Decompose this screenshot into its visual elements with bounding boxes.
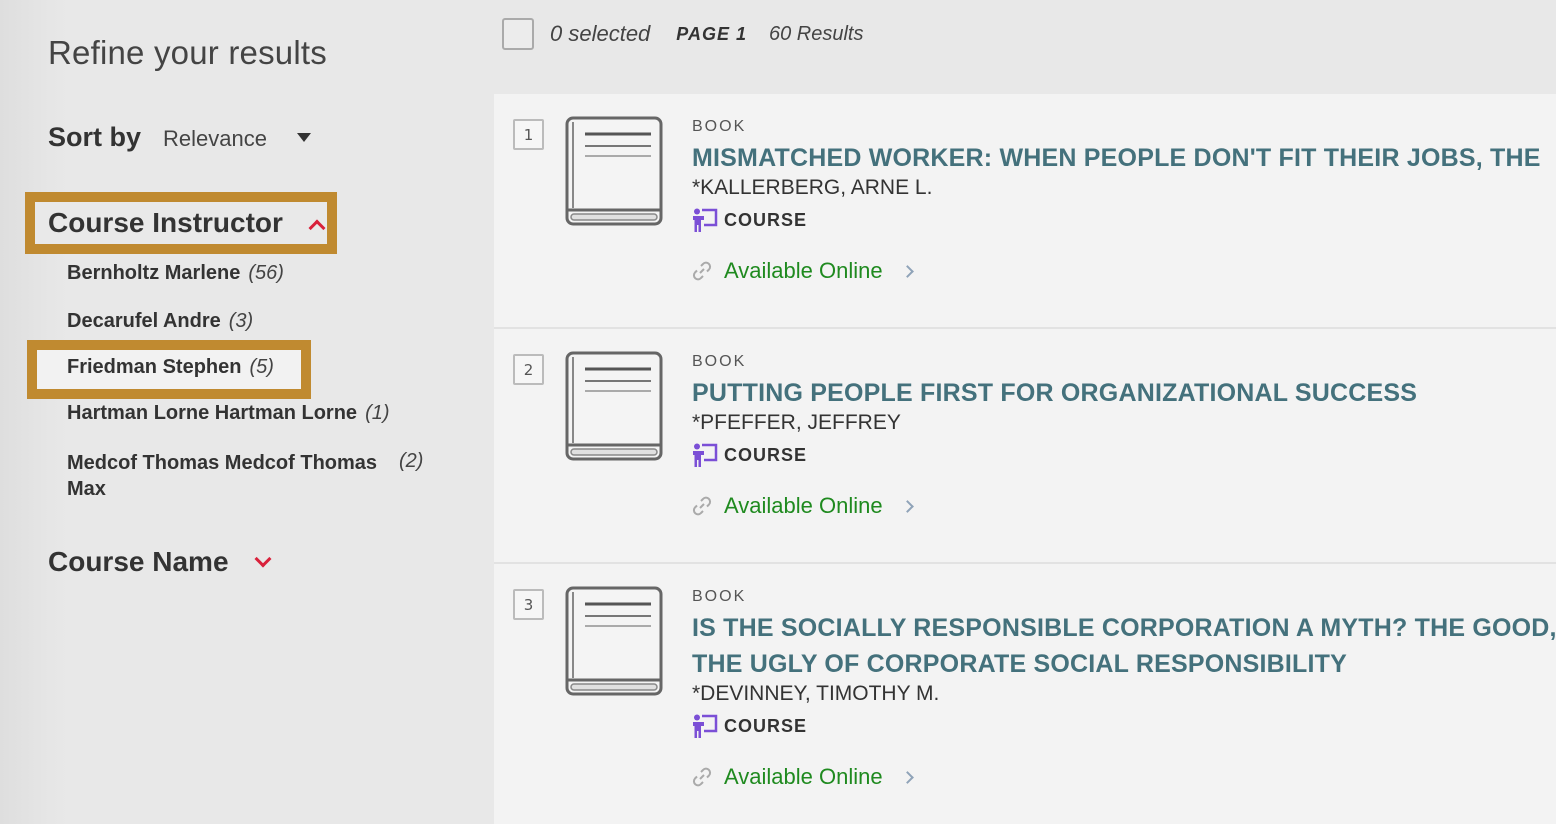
- course-label: COURSE: [724, 444, 808, 465]
- result-title-link[interactable]: MISMATCHED WORKER: WHEN PEOPLE DON'T FIT…: [692, 140, 1556, 176]
- course-teacher-icon: [693, 443, 718, 467]
- caret-down-icon[interactable]: [296, 133, 311, 142]
- course-teacher-icon: [693, 208, 718, 232]
- course-badge: COURSE: [692, 208, 1556, 232]
- facet-item-name: Bernholtz Marlene: [67, 262, 241, 284]
- chevron-right-icon[interactable]: [900, 264, 914, 278]
- availability-link[interactable]: Available Online: [692, 258, 1556, 284]
- facet-item-hartman[interactable]: Hartman Lorne Hartman Lorne (1): [67, 402, 390, 425]
- book-thumbnail-icon[interactable]: [565, 586, 663, 698]
- facet-item-medcof[interactable]: Medcof Thomas Medcof Thomas Max: [67, 450, 427, 502]
- result-title-link[interactable]: IS THE SOCIALLY RESPONSIBLE CORPORATION …: [692, 610, 1556, 682]
- availability-text[interactable]: Available Online: [724, 493, 883, 519]
- facet-item-name: Friedman Stephen: [67, 356, 242, 378]
- chevron-up-icon[interactable]: [308, 219, 326, 237]
- results-list: 1 BOOK MISMATCHED WORKER: WHEN PEOPLE DO…: [494, 94, 1556, 824]
- book-thumbnail-icon[interactable]: [565, 351, 663, 463]
- link-icon: [692, 261, 712, 281]
- course-teacher-icon: [693, 714, 718, 738]
- link-icon: [692, 496, 712, 516]
- facet-item-name: Decarufel Andre: [67, 310, 221, 332]
- result-item: 2 BOOK PUTTING PEOPLE FIRST FOR ORGANIZA…: [494, 329, 1556, 564]
- course-label: COURSE: [724, 715, 808, 736]
- selected-count: 0 selected: [550, 21, 651, 46]
- result-title-link[interactable]: PUTTING PEOPLE FIRST FOR ORGANIZATIONAL …: [692, 375, 1556, 411]
- result-content: BOOK IS THE SOCIALLY RESPONSIBLE CORPORA…: [692, 588, 1556, 790]
- results-toolbar: 0 selected PAGE 1 60 Results: [502, 18, 863, 50]
- result-type: BOOK: [692, 118, 747, 135]
- sort-by-value[interactable]: Relevance: [163, 126, 267, 152]
- facet-item-count: (1): [365, 402, 390, 424]
- facet-item-friedman[interactable]: Friedman Stephen (5): [67, 356, 274, 379]
- select-all-checkbox[interactable]: [502, 18, 534, 50]
- facet-title: Course Name: [48, 546, 229, 577]
- facet-item-count: (5): [249, 356, 274, 378]
- chevron-right-icon[interactable]: [900, 499, 914, 513]
- book-thumbnail-icon[interactable]: [565, 116, 663, 228]
- availability-text[interactable]: Available Online: [724, 764, 883, 790]
- sort-by-label: Sort by: [48, 122, 142, 152]
- result-index[interactable]: 2: [513, 354, 544, 385]
- result-author: *DEVINNEY, TIMOTHY M.: [692, 682, 940, 705]
- facet-course-name-header[interactable]: Course Name: [48, 546, 272, 578]
- availability-link[interactable]: Available Online: [692, 764, 1556, 790]
- result-type: BOOK: [692, 353, 747, 370]
- facet-item-name: Medcof Thomas Medcof Thomas Max: [67, 452, 378, 500]
- results-count: 60 Results: [768, 22, 864, 45]
- facet-item-count: (56): [248, 262, 284, 284]
- link-icon: [692, 767, 712, 787]
- refine-sidebar: Refine your results Sort by Relevance Co…: [0, 0, 494, 824]
- result-content: BOOK PUTTING PEOPLE FIRST FOR ORGANIZATI…: [692, 353, 1556, 519]
- course-badge: COURSE: [692, 443, 1556, 467]
- result-item: 1 BOOK MISMATCHED WORKER: WHEN PEOPLE DO…: [494, 94, 1556, 329]
- course-badge: COURSE: [692, 714, 1556, 738]
- facet-course-instructor-header[interactable]: Course Instructor: [25, 192, 337, 254]
- refine-title: Refine your results: [48, 34, 327, 71]
- availability-text[interactable]: Available Online: [724, 258, 883, 284]
- facet-item-count: (3): [228, 310, 254, 332]
- chevron-down-icon[interactable]: [254, 550, 272, 568]
- facet-title: Course Instructor: [48, 207, 283, 238]
- result-author: *PFEFFER, JEFFREY: [692, 411, 901, 434]
- page-indicator: PAGE 1: [676, 23, 747, 44]
- facet-item-count: (2): [399, 450, 424, 472]
- availability-link[interactable]: Available Online: [692, 493, 1556, 519]
- chevron-right-icon[interactable]: [900, 770, 914, 784]
- result-content: BOOK MISMATCHED WORKER: WHEN PEOPLE DON'…: [692, 118, 1556, 284]
- facet-item-name: Hartman Lorne Hartman Lorne: [67, 402, 358, 424]
- result-type: BOOK: [692, 588, 747, 605]
- facet-item-decarufel[interactable]: Decarufel Andre (3): [67, 310, 253, 333]
- result-author: *KALLERBERG, ARNE L.: [692, 176, 933, 199]
- sort-by-control[interactable]: Sort by Relevance: [48, 122, 311, 153]
- result-item: 3 BOOK IS THE SOCIALLY RESPONSIBLE CORPO…: [494, 564, 1556, 824]
- result-index[interactable]: 3: [513, 589, 544, 620]
- facet-item-bernholtz[interactable]: Bernholtz Marlene (56): [67, 262, 284, 285]
- course-label: COURSE: [724, 209, 808, 230]
- result-index[interactable]: 1: [513, 119, 544, 150]
